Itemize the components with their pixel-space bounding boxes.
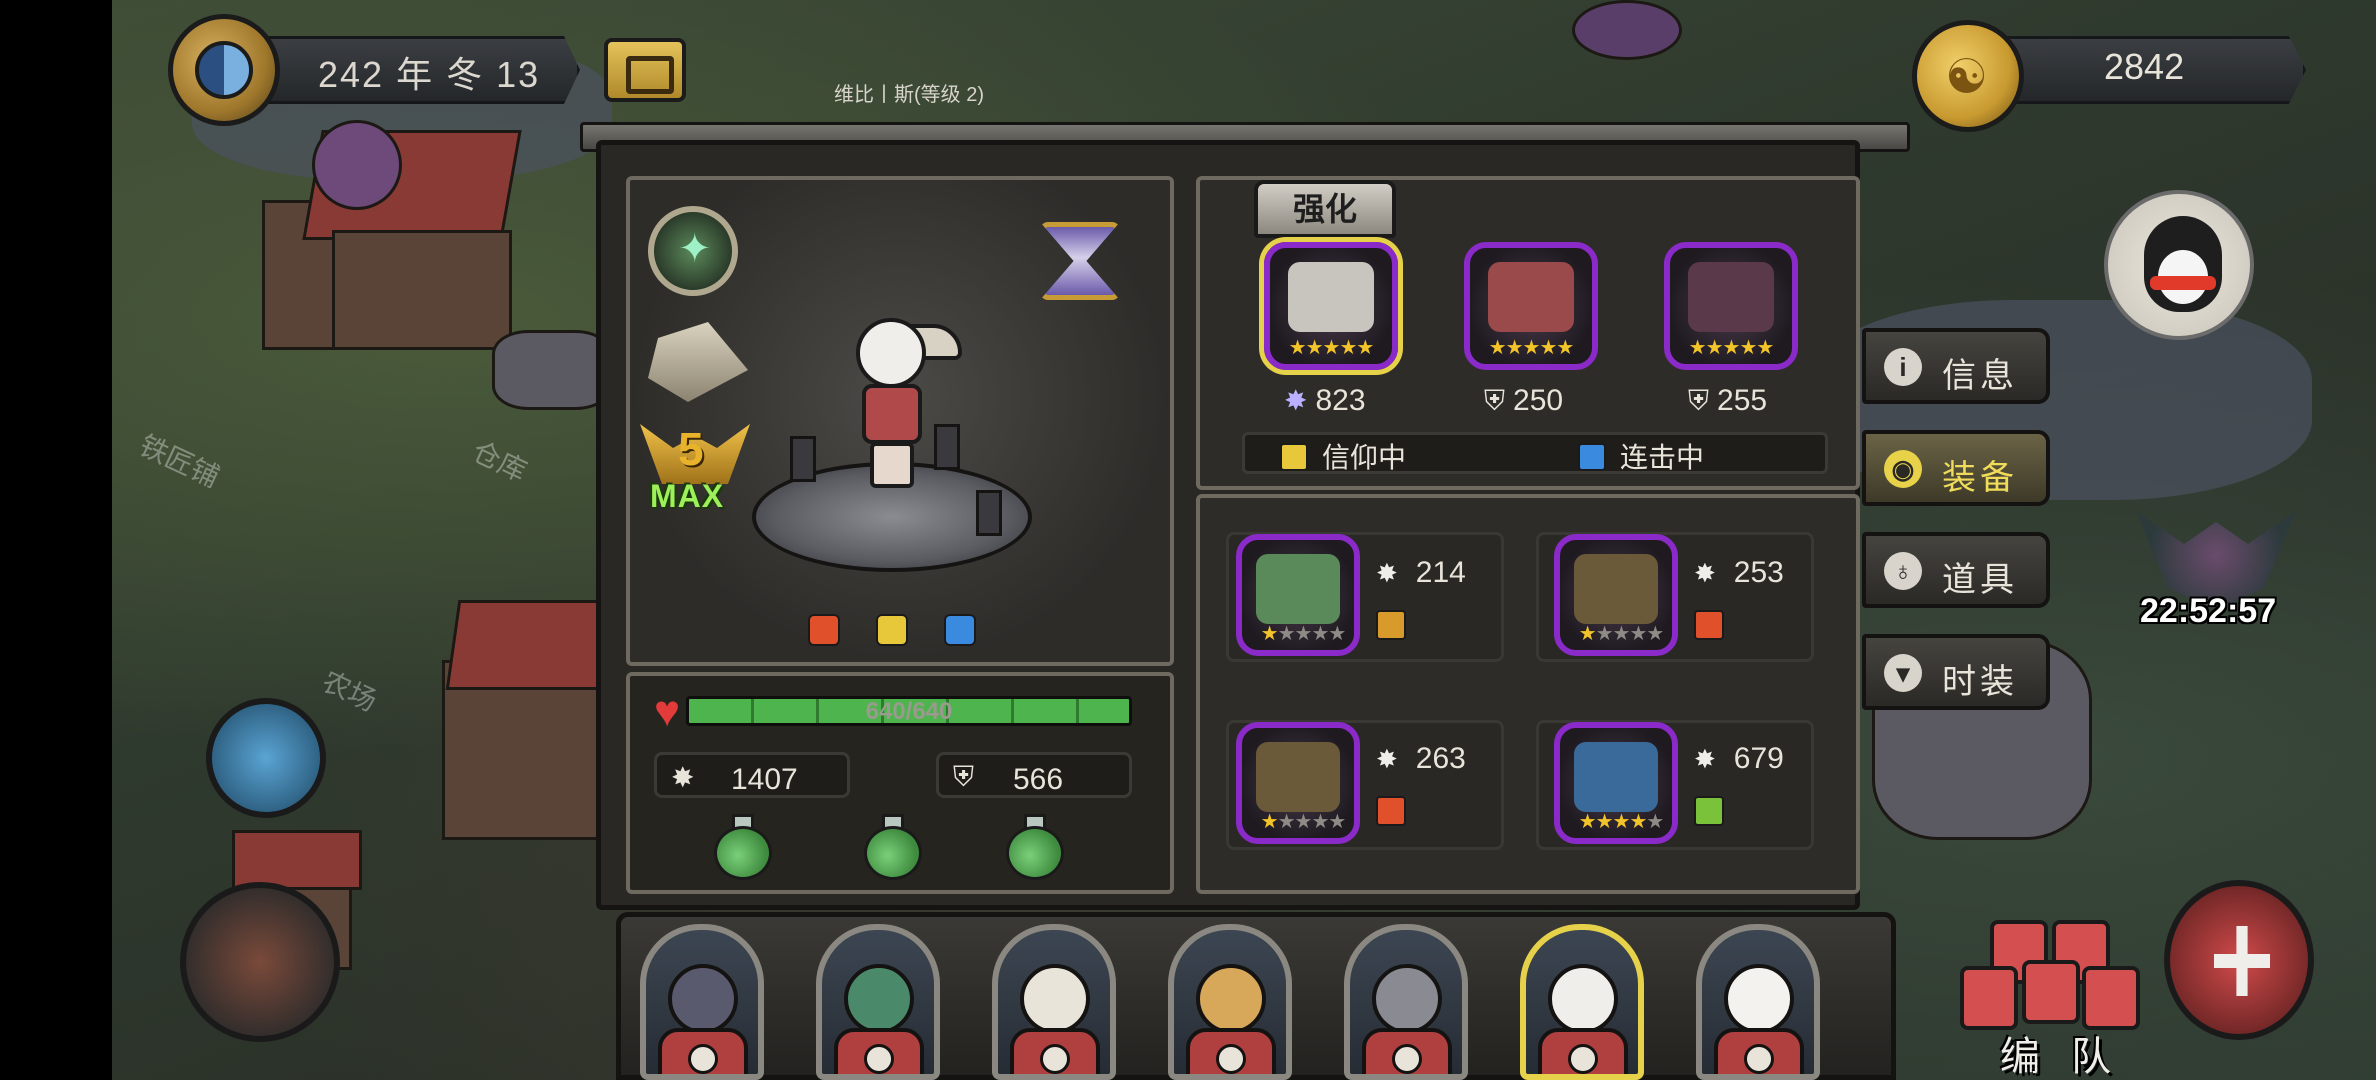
attack-burst-icon: ✸ bbox=[1694, 558, 1716, 588]
item-trait-icon bbox=[1694, 796, 1724, 826]
enhance-button[interactable]: 强化 bbox=[1254, 180, 1396, 238]
gear-stat-2: ⛨ 250 bbox=[1484, 384, 1564, 417]
season-icon[interactable] bbox=[168, 14, 280, 126]
team-formation-label: 编 队 bbox=[2000, 1035, 2122, 1079]
roster-hero-sheep-girl[interactable] bbox=[1520, 924, 1644, 1080]
gear-stars: ★★★★★ bbox=[1488, 337, 1575, 359]
item-stat-4: ✸ 679 bbox=[1694, 742, 1784, 775]
class-icon bbox=[688, 1044, 718, 1074]
potion-slot-3[interactable] bbox=[1004, 814, 1066, 880]
armor-icon: ◉ bbox=[1884, 450, 1922, 488]
item-trait-icon bbox=[1694, 610, 1724, 640]
map-label-farm: 农场 bbox=[317, 665, 382, 718]
tab-costume[interactable]: ▾ 时装 bbox=[1862, 634, 2050, 710]
hero-face bbox=[1724, 964, 1794, 1034]
trait-combo-icon[interactable] bbox=[944, 614, 976, 646]
item-slot-1[interactable]: ★★★★★ bbox=[1236, 534, 1360, 656]
hero-face bbox=[1548, 964, 1618, 1034]
roster-hero-eagle[interactable] bbox=[992, 924, 1116, 1080]
attack-burst-icon: ✸ bbox=[1376, 744, 1398, 774]
item-slot-2[interactable]: ★★★★★ bbox=[1554, 534, 1678, 656]
home-button[interactable] bbox=[180, 882, 340, 1042]
class-icon bbox=[1744, 1044, 1774, 1074]
map-label-warehouse: 仓库 bbox=[467, 435, 532, 488]
shield-icon: ⛨ bbox=[953, 761, 975, 792]
farm-map-button[interactable] bbox=[206, 698, 326, 818]
gear-stars: ★★★★★ bbox=[1288, 337, 1375, 359]
trait-fire-icon[interactable] bbox=[808, 614, 840, 646]
attack-burst-icon: ✸ bbox=[1284, 385, 1308, 416]
gear-slot-2[interactable]: ★★★★★ bbox=[1464, 242, 1598, 370]
trait-faith-icon[interactable] bbox=[876, 614, 908, 646]
status-combo: 连击中 bbox=[1578, 436, 1704, 476]
hero-face bbox=[1372, 964, 1442, 1034]
roster-hero-crocodile[interactable] bbox=[816, 924, 940, 1080]
shield-icon: ⛨ bbox=[1688, 385, 1710, 416]
combo-icon bbox=[1578, 443, 1606, 471]
roster-hero-giraffe[interactable] bbox=[1168, 924, 1292, 1080]
roster-hero-polar-bear[interactable] bbox=[1696, 924, 1820, 1080]
shield-icon: ⛨ bbox=[1484, 385, 1506, 416]
item-slot-3[interactable]: ★★★★★ bbox=[1236, 722, 1360, 844]
frame-title: 维比丨斯(等级 2) bbox=[834, 84, 984, 106]
level-badge: 5 MAX bbox=[640, 418, 750, 518]
tab-equipment[interactable]: ◉ 装备 bbox=[1862, 430, 2050, 506]
roster-hero-elephant[interactable] bbox=[1344, 924, 1468, 1080]
letterbox-left bbox=[0, 0, 112, 1080]
item-trait-icon bbox=[1376, 610, 1406, 640]
attack-burst-icon: ✸ bbox=[1694, 744, 1716, 774]
hero-face bbox=[1196, 964, 1266, 1034]
item-stat-3: ✸ 263 bbox=[1376, 742, 1466, 775]
hero-sprite[interactable] bbox=[838, 318, 962, 488]
gear-stat-3: ⛨ 255 bbox=[1688, 384, 1768, 417]
gear-stat-1: ✸ 823 bbox=[1284, 384, 1366, 417]
hero-face bbox=[668, 964, 738, 1034]
faith-icon bbox=[1280, 443, 1308, 471]
hero-face bbox=[844, 964, 914, 1034]
info-icon: i bbox=[1884, 348, 1922, 386]
roster-hero-pirate-boar[interactable] bbox=[640, 924, 764, 1080]
item-trait-icon bbox=[1376, 796, 1406, 826]
status-faith: 信仰中 bbox=[1280, 436, 1406, 476]
potion-icon: ♁ bbox=[1884, 552, 1922, 590]
chest-button[interactable] bbox=[604, 38, 686, 102]
potion-slot-1[interactable] bbox=[712, 814, 774, 880]
skill-icon[interactable]: ✦ bbox=[648, 206, 738, 296]
gear-slot-1[interactable]: ★★★★★ bbox=[1264, 242, 1398, 370]
pedestal-pillar bbox=[976, 490, 1002, 536]
defense-stat: ⛨ 566 bbox=[936, 752, 1132, 798]
potion-slot-2[interactable] bbox=[862, 814, 924, 880]
item-stat-1: ✸ 214 bbox=[1376, 556, 1466, 589]
defense-value: 566 bbox=[1013, 763, 1064, 796]
gold-coin-icon[interactable]: ☯ bbox=[1912, 20, 2024, 132]
attack-burst-icon: ✸ bbox=[671, 762, 695, 793]
gear-stars: ★★★★★ bbox=[1688, 337, 1775, 359]
attack-value: 1407 bbox=[731, 763, 798, 796]
pedestal-pillar bbox=[790, 436, 816, 482]
hero-level: 5 bbox=[678, 423, 704, 475]
class-icon bbox=[1568, 1044, 1598, 1074]
attack-stat: ✸ 1407 bbox=[654, 752, 850, 798]
map-label-blacksmith: 铁匠铺 bbox=[134, 429, 224, 494]
shirt-icon: ▾ bbox=[1884, 654, 1922, 692]
knight-portrait-button[interactable] bbox=[2164, 880, 2314, 1040]
tab-info[interactable]: i 信息 bbox=[1862, 328, 2050, 404]
max-label: MAX bbox=[650, 478, 725, 514]
class-icon bbox=[1040, 1044, 1070, 1074]
tab-items[interactable]: ♁ 道具 bbox=[1862, 532, 2050, 608]
hp-text: 640/640 bbox=[865, 698, 953, 725]
qq-penguin-icon bbox=[2144, 216, 2222, 312]
class-icon bbox=[864, 1044, 894, 1074]
boss-timer: 22:52:57 bbox=[2140, 592, 2277, 630]
item-slot-4[interactable]: ★★★★★ bbox=[1554, 722, 1678, 844]
gear-slot-3[interactable]: ★★★★★ bbox=[1664, 242, 1798, 370]
item-stat-2: ✸ 253 bbox=[1694, 556, 1784, 589]
attack-burst-icon: ✸ bbox=[1376, 558, 1398, 588]
qq-button[interactable] bbox=[2104, 190, 2254, 340]
class-icon bbox=[1216, 1044, 1246, 1074]
game-date: 242 年 冬 13 bbox=[318, 54, 541, 95]
hero-face bbox=[1020, 964, 1090, 1034]
class-icon bbox=[1392, 1044, 1422, 1074]
gold-amount: 2842 bbox=[2104, 46, 2185, 87]
